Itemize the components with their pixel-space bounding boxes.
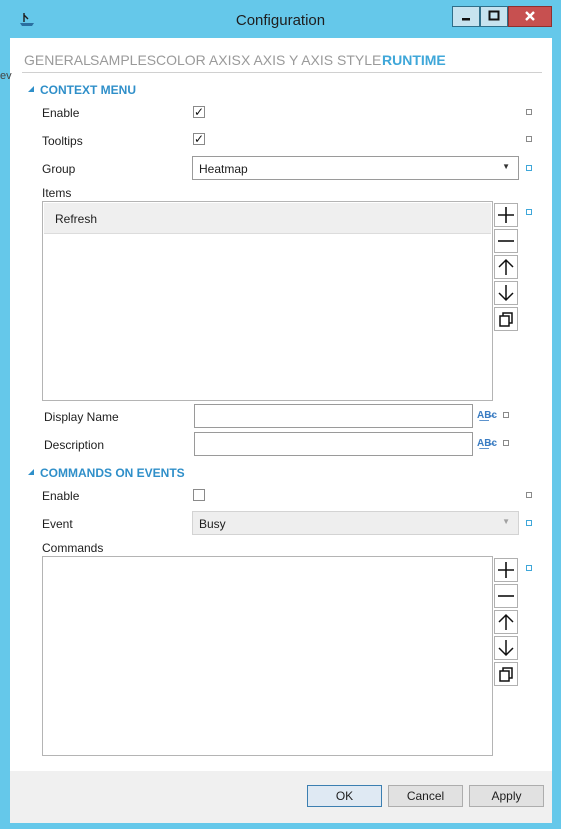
tab-general[interactable]: GENERAL (24, 52, 91, 68)
display-name-binding-marker[interactable] (503, 412, 509, 418)
move-up-button[interactable] (494, 255, 518, 279)
cancel-button[interactable]: Cancel (388, 785, 463, 807)
background-window-text: ev (0, 70, 12, 82)
apply-button[interactable]: Apply (469, 785, 544, 807)
items-list[interactable]: Refresh (42, 201, 493, 401)
tooltips-binding-marker[interactable] (526, 136, 532, 142)
tab-x-axis[interactable]: X AXIS (241, 52, 285, 68)
section-title-context-menu[interactable]: CONTEXT MENU (40, 83, 136, 97)
move-down-button[interactable] (494, 636, 518, 660)
arrow-up-icon (498, 613, 514, 630)
arrow-down-icon (498, 640, 514, 657)
collapse-triangle-icon[interactable] (28, 469, 34, 475)
plus-icon (498, 207, 514, 223)
localize-icon[interactable]: A͟B̶c (477, 410, 497, 421)
enable-binding-marker[interactable] (526, 109, 532, 115)
duplicate-command-button[interactable] (494, 662, 518, 686)
description-binding-marker[interactable] (503, 440, 509, 446)
chevron-down-icon: ▼ (502, 517, 510, 526)
display-name-label: Display Name (44, 410, 119, 424)
collapse-triangle-icon[interactable] (28, 86, 34, 92)
arrow-up-icon (498, 258, 514, 275)
tab-y-axis[interactable]: Y AXIS (289, 52, 333, 68)
localize-icon[interactable]: A͟B̶c (477, 438, 497, 449)
duplicate-item-button[interactable] (494, 307, 518, 331)
group-dropdown[interactable]: Heatmap ▼ (192, 156, 519, 180)
events-enable-checkbox[interactable] (193, 489, 205, 501)
minimize-icon (462, 18, 470, 21)
tab-color-axis[interactable]: COLOR AXIS (156, 52, 241, 68)
event-binding-marker[interactable] (526, 520, 532, 526)
description-field[interactable] (194, 432, 473, 456)
move-down-button[interactable] (494, 281, 518, 305)
maximize-button[interactable] (480, 6, 508, 27)
add-item-button[interactable] (494, 203, 518, 227)
items-label: Items (42, 186, 72, 200)
tab-runtime[interactable]: RUNTIME (382, 52, 446, 68)
display-name-field[interactable] (194, 404, 473, 428)
group-value: Heatmap (199, 162, 248, 176)
check-icon: ✓ (194, 105, 205, 119)
add-command-button[interactable] (494, 558, 518, 582)
move-up-button[interactable] (494, 610, 518, 634)
close-button[interactable] (508, 6, 552, 27)
ok-button[interactable]: OK (307, 785, 382, 807)
event-value: Busy (199, 517, 226, 531)
minus-icon (498, 595, 514, 597)
tab-divider (22, 72, 542, 73)
list-item-label: Refresh (55, 212, 98, 226)
events-enable-label: Enable (42, 489, 80, 503)
minimize-button[interactable] (452, 6, 480, 27)
plus-icon (498, 562, 514, 578)
enable-checkbox[interactable]: ✓ (193, 106, 205, 118)
event-label: Event (42, 517, 73, 531)
tab-samples[interactable]: SAMPLES (90, 52, 156, 68)
chevron-down-icon: ▼ (502, 162, 510, 171)
tooltips-label: Tooltips (42, 134, 83, 148)
check-icon: ✓ (194, 132, 205, 146)
close-icon (525, 11, 535, 21)
enable-label: Enable (42, 106, 80, 120)
commands-binding-marker[interactable] (526, 565, 532, 571)
tooltips-checkbox[interactable]: ✓ (193, 133, 205, 145)
list-item[interactable]: Refresh (44, 203, 491, 234)
commands-list[interactable] (42, 556, 493, 756)
tab-style[interactable]: STYLE (337, 52, 381, 68)
commands-label: Commands (42, 541, 104, 555)
remove-item-button[interactable] (494, 229, 518, 253)
arrow-down-icon (498, 285, 514, 302)
copy-icon (499, 312, 513, 327)
group-binding-marker[interactable] (526, 165, 532, 171)
copy-icon (499, 667, 513, 682)
remove-command-button[interactable] (494, 584, 518, 608)
items-binding-marker[interactable] (526, 209, 532, 215)
section-title-commands-on-events[interactable]: COMMANDS ON EVENTS (40, 466, 185, 480)
event-dropdown[interactable]: Busy ▼ (192, 511, 519, 535)
description-label: Description (44, 438, 105, 452)
events-enable-binding-marker[interactable] (526, 492, 532, 498)
group-label: Group (42, 162, 76, 176)
minus-icon (498, 240, 514, 242)
maximize-icon (488, 10, 500, 21)
